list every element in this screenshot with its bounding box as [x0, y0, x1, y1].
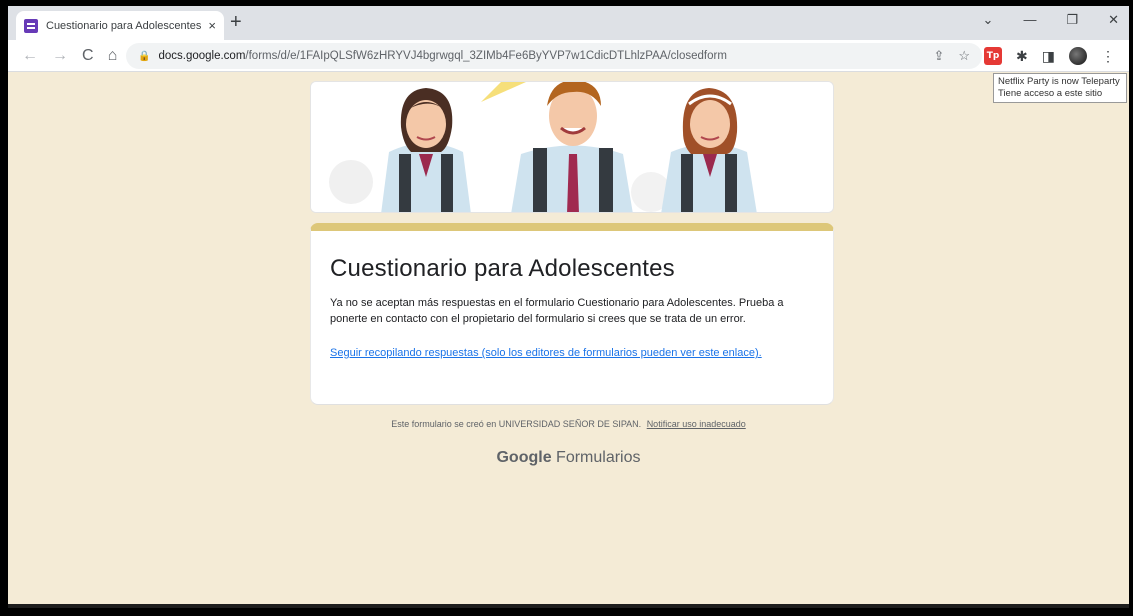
- form-title: Cuestionario para Adolescentes: [330, 255, 675, 282]
- form-footer-note: Este formulario se creó en UNIVERSIDAD S…: [8, 419, 1129, 429]
- tab-strip: Cuestionario para Adolescentes × + ⌄ — ❐…: [8, 6, 1129, 40]
- form-header-image: [310, 81, 834, 213]
- lock-icon[interactable]: 🔒: [138, 51, 150, 62]
- window-controls: ⌄ — ❐ ✕: [983, 12, 1119, 28]
- restore-button[interactable]: ❐: [1066, 12, 1078, 28]
- profile-avatar[interactable]: [1069, 47, 1087, 65]
- minimize-button[interactable]: —: [1023, 12, 1036, 28]
- teleparty-extension-icon[interactable]: Tp: [984, 47, 1003, 65]
- form-closed-message: Ya no se aceptan más respuestas en el fo…: [330, 297, 784, 325]
- forms-favicon-icon: [24, 18, 38, 33]
- reload-button[interactable]: C: [82, 47, 94, 65]
- share-icon[interactable]: ⇪: [933, 48, 944, 64]
- new-tab-button[interactable]: +: [230, 12, 242, 32]
- browser-toolbar: ← → C ⌂ 🔒 docs.google.com/forms/d/e/1FAI…: [8, 40, 1129, 72]
- extension-tooltip: Netflix Party is now Teleparty Tiene acc…: [993, 73, 1127, 103]
- forward-button[interactable]: →: [52, 47, 68, 65]
- continue-collecting-link[interactable]: Seguir recopilando respuestas (solo los …: [330, 347, 814, 359]
- address-bar[interactable]: 🔒 docs.google.com/forms/d/e/1FAIpQLSfW6z…: [126, 43, 982, 69]
- back-button[interactable]: ←: [22, 47, 38, 65]
- tooltip-line-2: Tiene acceso a este sitio: [998, 88, 1103, 99]
- browser-window: Cuestionario para Adolescentes × + ⌄ — ❐…: [8, 6, 1129, 608]
- tab-title: Cuestionario para Adolescentes: [46, 19, 202, 32]
- report-abuse-link[interactable]: Notificar uso inadecuado: [647, 419, 746, 429]
- bookmark-star-icon[interactable]: ☆: [958, 48, 970, 64]
- home-button[interactable]: ⌂: [108, 47, 118, 65]
- brand-google: Google: [496, 449, 552, 466]
- tab-close-icon[interactable]: ×: [208, 18, 216, 33]
- url-path: /forms/d/e/1FAIpQLSfW6zHRYVJ4bgrwgql_3ZI…: [245, 50, 727, 62]
- created-in-text: Este formulario se creó en UNIVERSIDAD S…: [391, 419, 642, 429]
- students-illustration: [311, 82, 833, 212]
- tab-search-button[interactable]: ⌄: [983, 12, 994, 28]
- url-host: docs.google.com: [158, 50, 246, 62]
- url-text[interactable]: docs.google.com/forms/d/e/1FAIpQLSfW6zHR…: [158, 50, 933, 62]
- browser-menu-icon[interactable]: ⋮: [1101, 48, 1115, 65]
- brand-product: Formularios: [556, 449, 641, 466]
- extensions-area: Tp ✱ ◨ ⋮: [984, 47, 1115, 65]
- form-closed-card: Cuestionario para Adolescentes Ya no se …: [310, 223, 834, 405]
- bottom-edge: [8, 604, 1129, 608]
- google-forms-brand[interactable]: Google Formularios: [8, 449, 1129, 467]
- tab-cuestionario[interactable]: Cuestionario para Adolescentes ×: [16, 11, 224, 40]
- omnibox-actions: ⇪ ☆: [933, 48, 970, 64]
- side-panel-icon[interactable]: ◨: [1042, 48, 1055, 65]
- nav-buttons: ← → C ⌂: [22, 47, 117, 65]
- extensions-puzzle-icon[interactable]: ✱: [1016, 48, 1028, 65]
- close-window-button[interactable]: ✕: [1108, 12, 1119, 28]
- tooltip-line-1: Netflix Party is now Teleparty: [998, 76, 1120, 87]
